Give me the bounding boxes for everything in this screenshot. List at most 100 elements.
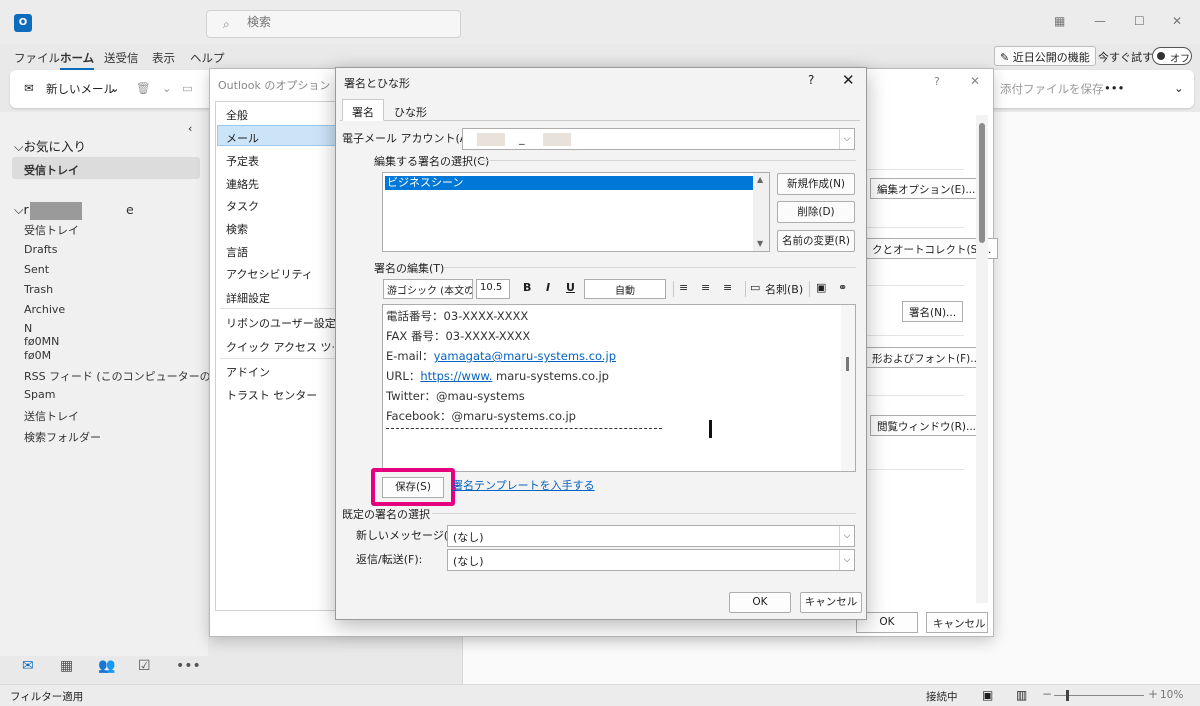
search-box[interactable]: ⌕ bbox=[206, 10, 461, 38]
tab-help[interactable]: ヘルプ bbox=[190, 50, 225, 66]
favorites-header[interactable]: ⌵お気に入り bbox=[14, 136, 86, 155]
font-name-select[interactable]: 游ゴシック (本文の ⌵ bbox=[383, 279, 473, 299]
chevron-down-icon[interactable]: ⌵ bbox=[465, 282, 471, 292]
signatures-cancel-button[interactable]: キャンセル bbox=[800, 592, 862, 613]
url-link[interactable]: https://www. bbox=[420, 369, 492, 383]
mail-icon[interactable]: ✉ bbox=[22, 658, 34, 674]
signature-list-scrollbar[interactable]: ▲ ▼ bbox=[753, 173, 769, 251]
signatures-ok-button[interactable]: OK bbox=[729, 592, 791, 613]
close-window-icon[interactable]: ✕ bbox=[1172, 14, 1182, 28]
align-right-icon[interactable]: ≡ bbox=[723, 281, 732, 294]
maximize-icon[interactable]: ☐ bbox=[1134, 14, 1145, 28]
zoom-out-icon[interactable]: − bbox=[1042, 687, 1052, 701]
category-accessibility[interactable]: アクセシビリティ bbox=[226, 266, 313, 282]
business-card-button[interactable]: 名刺(B) bbox=[765, 281, 803, 297]
business-card-icon[interactable]: ▭ bbox=[750, 281, 760, 294]
category-trust-center[interactable]: トラスト センター bbox=[226, 387, 317, 403]
editor-scrollbar-thumb[interactable] bbox=[846, 357, 849, 371]
editor-scrollbar[interactable] bbox=[841, 305, 855, 471]
scroll-up-icon[interactable]: ▲ bbox=[757, 175, 763, 184]
signatures-button[interactable]: 署名(N)... bbox=[902, 301, 964, 322]
new-mail-button[interactable]: 新しいメール bbox=[46, 81, 115, 97]
folder-f0m[interactable]: fø0M bbox=[24, 349, 51, 362]
normal-view-icon[interactable]: ▣ bbox=[982, 688, 993, 702]
reading-pane-button[interactable]: 閲覧ウィンドウ(R)... bbox=[870, 415, 984, 436]
underline-button[interactable]: U bbox=[566, 281, 575, 294]
category-quick-access-toolbar[interactable]: クイック アクセス ツール バー bbox=[226, 339, 334, 355]
folder-archive[interactable]: Archive bbox=[24, 303, 65, 316]
folder-sent[interactable]: Sent bbox=[24, 263, 49, 276]
chevron-down-icon[interactable]: ⌵ bbox=[839, 550, 854, 570]
category-customize-ribbon[interactable]: リボンのユーザー設定 bbox=[226, 315, 336, 331]
new-mail-icon[interactable]: ✉ bbox=[24, 81, 34, 95]
chevron-down-icon[interactable]: ⌵ bbox=[839, 129, 854, 149]
options-close-icon[interactable]: ✕ bbox=[970, 74, 980, 88]
rename-signature-button[interactable]: 名前の変更(R) bbox=[777, 230, 855, 252]
more-apps-icon[interactable]: ••• bbox=[176, 658, 201, 674]
favorites-inbox[interactable]: 受信トレイ bbox=[24, 162, 79, 178]
replies-forwards-select[interactable]: (なし) ⌵ bbox=[447, 549, 855, 571]
tab-home[interactable]: ホーム bbox=[60, 50, 95, 70]
folder-rss[interactable]: RSS フィード (このコンピューターのみ) bbox=[24, 368, 226, 384]
tab-view[interactable]: 表示 bbox=[152, 50, 175, 66]
insert-link-icon[interactable]: ⚭ bbox=[838, 281, 847, 294]
tab-send-receive[interactable]: 送受信 bbox=[104, 50, 139, 66]
category-mail[interactable]: メール bbox=[226, 130, 259, 146]
save-signature-button[interactable]: 保存(S) bbox=[382, 477, 444, 498]
minimize-icon[interactable]: — bbox=[1094, 14, 1106, 28]
get-signature-templates-link[interactable]: 署名テンプレートを入手する bbox=[452, 477, 595, 493]
delete-icon[interactable]: 🗑 bbox=[136, 81, 151, 95]
stationery-fonts-button[interactable]: 形およびフォント(F)... bbox=[865, 347, 988, 368]
delete-signature-button[interactable]: 削除(D) bbox=[777, 201, 855, 223]
options-scrollbar-thumb[interactable] bbox=[979, 123, 985, 243]
new-mail-dropdown-icon[interactable]: ⌄ bbox=[110, 81, 120, 95]
scroll-down-icon[interactable]: ▼ bbox=[757, 239, 763, 248]
signature-list-item[interactable]: ビジネスシーン bbox=[385, 176, 753, 190]
delete-dropdown-icon[interactable]: ⌄ bbox=[162, 81, 172, 95]
email-link[interactable]: yamagata@maru-systems.co.jp bbox=[434, 349, 616, 363]
align-center-icon[interactable]: ≡ bbox=[701, 281, 710, 294]
people-icon[interactable]: 👥 bbox=[98, 658, 115, 674]
signature-editor[interactable]: 電話番号：03-XXXX-XXXX FAX 番号：03-XXXX-XXXX E-… bbox=[382, 304, 856, 472]
chevron-down-icon[interactable]: ⌵ bbox=[839, 526, 854, 546]
reading-view-icon[interactable]: ▥ bbox=[1016, 688, 1027, 702]
category-search[interactable]: 検索 bbox=[226, 221, 248, 237]
align-left-icon[interactable]: ≡ bbox=[679, 281, 688, 294]
calendar-icon[interactable]: ▦ bbox=[60, 658, 73, 674]
account-header[interactable]: ⌵r bbox=[14, 202, 29, 218]
archive-icon[interactable]: ▭ bbox=[182, 81, 193, 95]
category-calendar[interactable]: 予定表 bbox=[226, 153, 259, 169]
folder-inbox[interactable]: 受信トレイ bbox=[24, 222, 79, 238]
font-color-select[interactable]: 自動 bbox=[584, 279, 666, 299]
zoom-slider-thumb[interactable] bbox=[1066, 690, 1069, 701]
collapse-chevron-icon[interactable]: ‹ bbox=[188, 122, 192, 135]
bold-button[interactable]: B bbox=[523, 281, 531, 294]
tab-file[interactable]: ファイル bbox=[14, 50, 60, 66]
options-help-icon[interactable]: ? bbox=[934, 75, 940, 88]
tab-signature[interactable]: 署名 bbox=[342, 99, 384, 121]
ribbon-expand-icon[interactable]: ⌄ bbox=[1174, 81, 1184, 95]
category-tasks[interactable]: タスク bbox=[226, 198, 259, 214]
category-language[interactable]: 言語 bbox=[226, 244, 248, 260]
tab-stationery[interactable]: ひな形 bbox=[384, 99, 437, 121]
folder-outbox[interactable]: 送信トレイ bbox=[24, 408, 79, 424]
zoom-in-icon[interactable]: + bbox=[1148, 687, 1158, 701]
save-attachments-button[interactable]: 添付ファイルを保存 bbox=[1000, 81, 1104, 97]
category-general[interactable]: 全般 bbox=[226, 107, 248, 123]
signatures-help-icon[interactable]: ? bbox=[808, 73, 814, 87]
folder-trash[interactable]: Trash bbox=[24, 283, 53, 296]
font-size-select[interactable]: 10.5 bbox=[476, 279, 510, 299]
folder-drafts[interactable]: Drafts bbox=[24, 243, 57, 256]
coming-soon-button[interactable]: ✎ 近日公開の機能 bbox=[994, 46, 1096, 66]
signatures-close-icon[interactable]: ✕ bbox=[842, 71, 855, 89]
search-input[interactable] bbox=[247, 15, 447, 29]
new-messages-select[interactable]: (なし) ⌵ bbox=[447, 525, 855, 547]
tasks-icon[interactable]: ☑ bbox=[138, 658, 151, 674]
category-contacts[interactable]: 連絡先 bbox=[226, 176, 259, 192]
new-signature-button[interactable]: 新規作成(N) bbox=[777, 173, 855, 195]
try-now-toggle[interactable]: オフ bbox=[1152, 47, 1192, 65]
category-advanced[interactable]: 詳細設定 bbox=[226, 290, 270, 306]
folder-f0mn[interactable]: fø0MN bbox=[24, 335, 59, 348]
options-cancel-button[interactable]: キャンセル bbox=[926, 612, 988, 633]
italic-button[interactable]: I bbox=[546, 281, 550, 294]
